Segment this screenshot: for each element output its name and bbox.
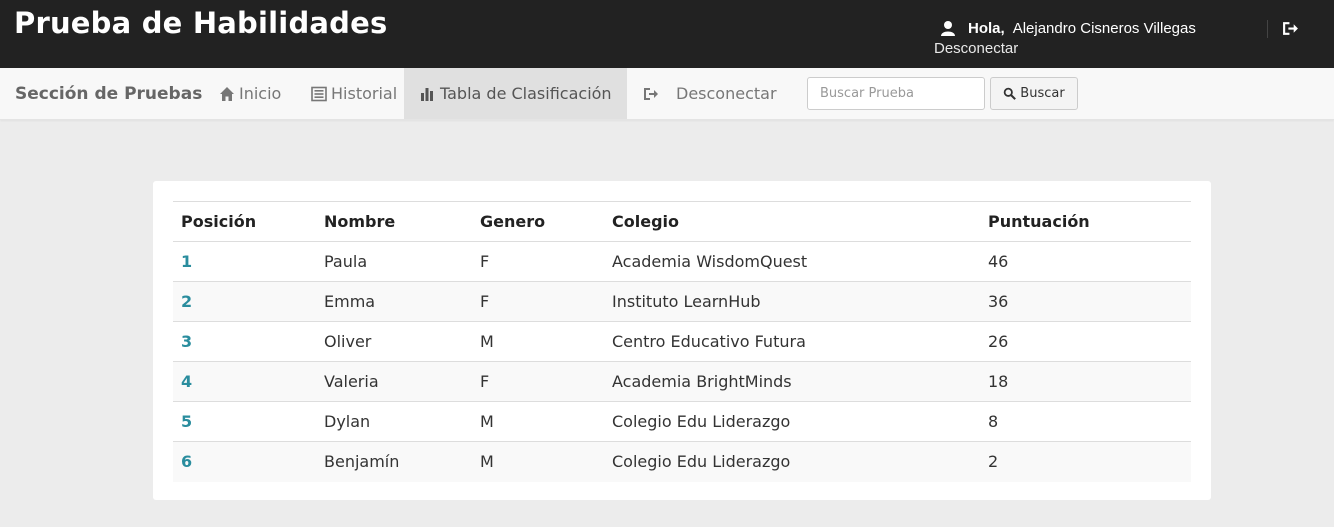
header-divider [1267, 20, 1268, 38]
nav-item-historial[interactable]: Historial [311, 68, 397, 119]
nav-bar: Sección de Pruebas Inicio Historial Tabl… [0, 68, 1334, 120]
column-header-genero[interactable]: Genero [472, 201, 604, 242]
header-logout-link[interactable]: Desconectar [934, 40, 1196, 57]
greeting-text: Hola, [968, 19, 1005, 37]
position-link[interactable]: 5 [173, 401, 316, 442]
name-cell: Paula [316, 241, 472, 282]
score-cell: 18 [980, 361, 1191, 402]
score-cell: 26 [980, 321, 1191, 362]
gender-cell: M [472, 401, 604, 442]
school-cell: Academia BrightMinds [604, 361, 980, 402]
position-link[interactable]: 6 [173, 441, 316, 482]
position-link[interactable]: 1 [173, 241, 316, 282]
search-input[interactable] [807, 77, 985, 110]
school-cell: Academia WisdomQuest [604, 241, 980, 282]
username-text: Alejandro Cisneros Villegas [1012, 19, 1196, 37]
gender-cell: M [472, 321, 604, 362]
position-link[interactable]: 3 [173, 321, 316, 362]
school-cell: Instituto LearnHub [604, 281, 980, 322]
search-button-label: Buscar [1020, 86, 1065, 101]
nav-brand[interactable]: Sección de Pruebas [15, 84, 202, 104]
name-cell: Oliver [316, 321, 472, 362]
nav-item-label: Historial [331, 84, 398, 103]
nav-item-desconectar[interactable]: Desconectar [642, 68, 777, 119]
table-row: 2 Emma F Instituto LearnHub 36 [173, 281, 1191, 322]
column-header-nombre[interactable]: Nombre [316, 201, 472, 242]
user-icon [941, 21, 955, 36]
position-link[interactable]: 2 [173, 281, 316, 322]
score-cell: 36 [980, 281, 1191, 322]
gender-cell: M [472, 441, 604, 482]
name-cell: Emma [316, 281, 472, 322]
school-cell: Colegio Edu Liderazgo [604, 401, 980, 442]
leaderboard-table: Posición Nombre Genero Colegio Puntuació… [173, 201, 1191, 482]
position-link[interactable]: 4 [173, 361, 316, 402]
score-cell: 46 [980, 241, 1191, 282]
table-row: 4 Valeria F Academia BrightMinds 18 [173, 361, 1191, 402]
score-cell: 2 [980, 441, 1191, 482]
column-header-puntuacion[interactable]: Puntuación [980, 201, 1191, 242]
table-header-row: Posición Nombre Genero Colegio Puntuació… [173, 201, 1191, 242]
bar-chart-icon [421, 87, 433, 101]
table-row: 1 Paula F Academia WisdomQuest 46 [173, 241, 1191, 282]
list-icon [311, 86, 327, 101]
nav-item-label: Tabla de Clasificación [440, 84, 612, 103]
nav-item-label: Desconectar [676, 84, 777, 103]
app-title: Prueba de Habilidades [14, 6, 388, 40]
search-icon [1004, 87, 1017, 100]
nav-item-inicio[interactable]: Inicio [219, 68, 281, 119]
search-button[interactable]: Buscar [990, 77, 1078, 110]
nav-item-label: Inicio [239, 84, 282, 103]
name-cell: Dylan [316, 401, 472, 442]
gender-cell: F [472, 281, 604, 322]
table-row: 6 Benjamín M Colegio Edu Liderazgo 2 [173, 441, 1191, 482]
user-block: Hola, Alejandro Cisneros Villegas Descon… [934, 18, 1196, 58]
logout-icon[interactable] [1282, 20, 1299, 37]
home-icon [220, 86, 234, 101]
table-row: 5 Dylan M Colegio Edu Liderazgo 8 [173, 401, 1191, 442]
score-cell: 8 [980, 401, 1191, 442]
school-cell: Centro Educativo Futura [604, 321, 980, 362]
name-cell: Valeria [316, 361, 472, 402]
nav-item-clasificacion[interactable]: Tabla de Clasificación [404, 68, 627, 119]
column-header-colegio[interactable]: Colegio [604, 201, 980, 242]
top-header: Prueba de Habilidades Hola, Alejandro Ci… [0, 0, 1334, 68]
school-cell: Colegio Edu Liderazgo [604, 441, 980, 482]
column-header-posicion[interactable]: Posición [173, 201, 316, 242]
name-cell: Benjamín [316, 441, 472, 482]
gender-cell: F [472, 361, 604, 402]
table-row: 3 Oliver M Centro Educativo Futura 26 [173, 321, 1191, 362]
leaderboard-panel: Posición Nombre Genero Colegio Puntuació… [153, 181, 1211, 500]
gender-cell: F [472, 241, 604, 282]
logout-icon [644, 87, 658, 100]
